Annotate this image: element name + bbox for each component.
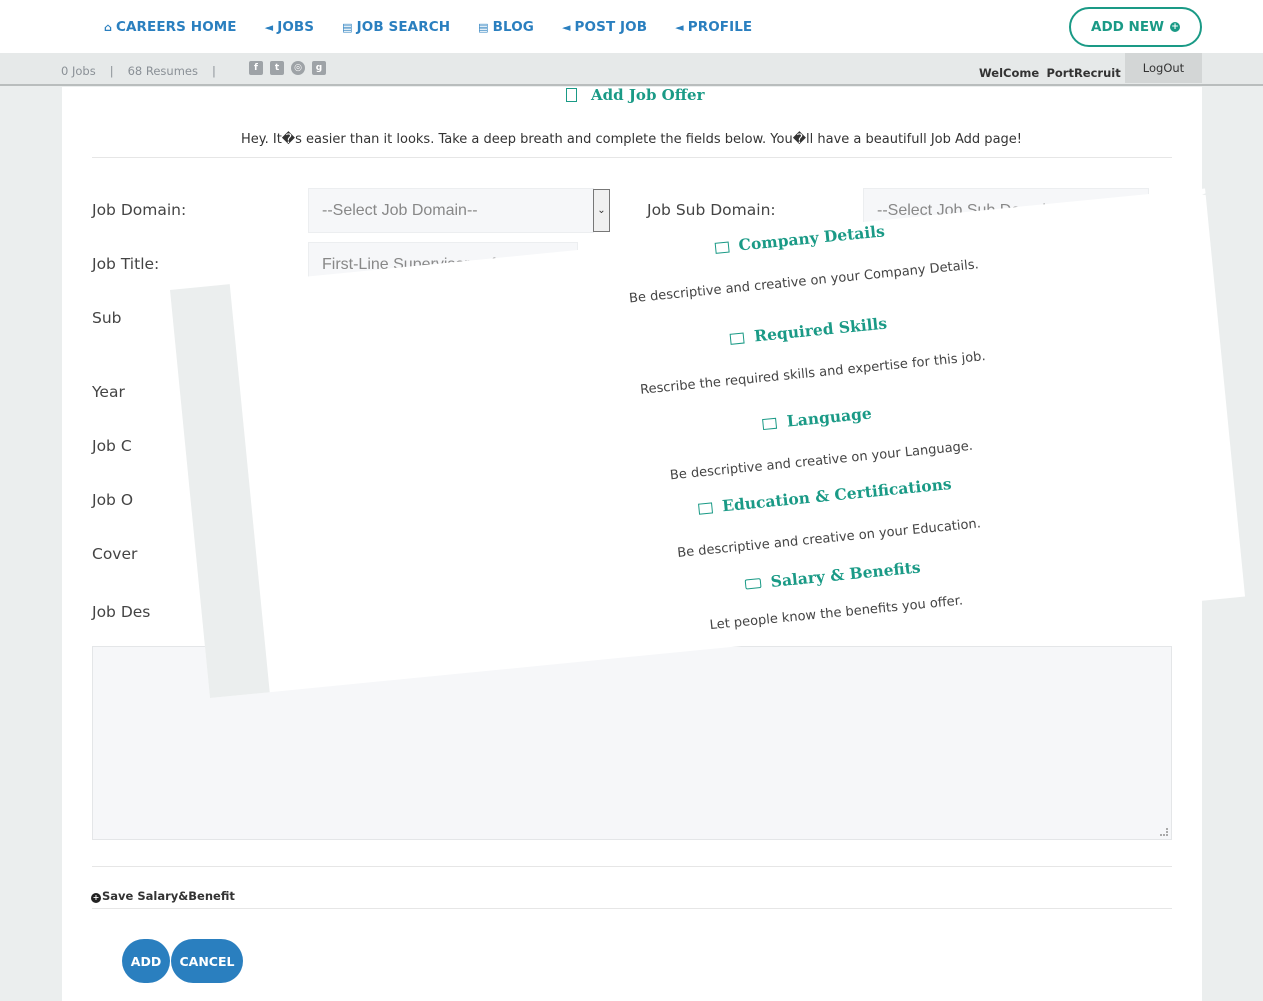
nav-careers-home[interactable]: ⌂ CAREERS HOME xyxy=(104,19,237,35)
nav-label: PROFILE xyxy=(687,19,753,35)
bar-chart-icon xyxy=(762,417,778,431)
separator: | xyxy=(211,64,216,78)
nav-links: ⌂ CAREERS HOME ◄ JOBS ▤ JOB SEARCH ▤ BLOG ◄ P… xyxy=(104,19,780,35)
save-salary-label: Save Salary&Benefit xyxy=(102,889,235,903)
stats: 0 Jobs | 68 Resumes | xyxy=(61,64,216,78)
plus-circle-icon: + xyxy=(91,893,101,903)
nav-label: POST JOB xyxy=(574,19,648,35)
job-description-label: Job Des xyxy=(92,603,151,621)
job-domain-select[interactable]: --Select Job Domain-- xyxy=(308,188,594,233)
form-intro: Hey. It�s easier than it looks. Take a d… xyxy=(241,132,1022,147)
job-domain-label: Job Domain: xyxy=(92,201,187,219)
job-title-label: Job Title: xyxy=(92,255,160,273)
resize-handle-icon[interactable] xyxy=(1160,828,1168,836)
nav-blog[interactable]: ▤ BLOG xyxy=(478,19,534,35)
job-options-label: Job O xyxy=(92,491,134,509)
nav-post-job[interactable]: ◄ POST JOB xyxy=(562,19,647,35)
facebook-icon[interactable]: f xyxy=(249,61,263,75)
nav-job-search[interactable]: ▤ JOB SEARCH xyxy=(342,19,450,35)
nav-label: BLOG xyxy=(492,19,534,35)
divider xyxy=(92,866,1172,867)
job-subdomain-label: Job Sub Domain: xyxy=(647,201,776,219)
document-icon: ▤ xyxy=(478,20,489,34)
social-links: f t ◎ g xyxy=(249,61,326,75)
nav-label: JOBS xyxy=(277,19,315,35)
username: PortRecruit xyxy=(1046,66,1121,80)
jobs-count[interactable]: 0 Jobs xyxy=(61,64,96,78)
form-title-text: Add Job Offer xyxy=(591,86,705,104)
document-icon xyxy=(566,88,577,102)
divider xyxy=(92,157,1172,158)
logout-button[interactable]: LogOut xyxy=(1125,53,1202,83)
chevron-down-icon[interactable]: ⌄ xyxy=(593,189,610,232)
add-new-label: ADD NEW xyxy=(1091,19,1164,35)
nav-label: CAREERS HOME xyxy=(115,19,237,35)
form-title: Add Job Offer xyxy=(566,86,704,104)
bar-chart-icon xyxy=(697,502,713,515)
nav-profile[interactable]: ◄ PROFILE xyxy=(675,19,752,35)
bullhorn-icon: ◄ xyxy=(561,20,571,34)
google-plus-icon[interactable]: g xyxy=(312,61,326,75)
bullhorn-icon: ◄ xyxy=(675,20,684,34)
job-category-label: Job C xyxy=(92,437,132,455)
welcome-label: WelCome xyxy=(979,66,1040,80)
bar-chart-icon xyxy=(714,241,730,254)
money-icon xyxy=(744,578,762,590)
add-button[interactable]: ADD xyxy=(122,939,170,983)
welcome-text: WelCome PortRecruit xyxy=(979,66,1121,80)
separator: | xyxy=(109,64,114,78)
divider xyxy=(92,908,1172,909)
bullhorn-icon: ◄ xyxy=(264,20,274,34)
twitter-icon[interactable]: t xyxy=(270,61,284,75)
years-label: Year xyxy=(92,383,125,401)
top-navigation: ⌂ CAREERS HOME ◄ JOBS ▤ JOB SEARCH ▤ BLOG ◄ P… xyxy=(0,0,1263,53)
overlay-edge xyxy=(1202,165,1263,195)
resumes-count[interactable]: 68 Resumes xyxy=(128,64,198,78)
cancel-button[interactable]: CANCEL xyxy=(171,939,243,983)
subject-label: Sub xyxy=(92,309,122,327)
document-icon: ▤ xyxy=(342,20,353,34)
nav-label: JOB SEARCH xyxy=(356,19,451,35)
cover-label: Cover xyxy=(92,545,138,563)
account-bar: 0 Jobs | 68 Resumes | f t ◎ g WelCome Po… xyxy=(0,53,1263,86)
bar-chart-icon xyxy=(729,332,745,345)
add-new-button[interactable]: ADD NEW + xyxy=(1069,7,1202,47)
nav-jobs[interactable]: ◄ JOBS xyxy=(265,19,314,35)
plus-circle-icon: + xyxy=(1169,22,1180,32)
save-salary-benefit-link[interactable]: + Save Salary&Benefit xyxy=(91,889,235,903)
dribbble-icon[interactable]: ◎ xyxy=(291,61,305,75)
home-icon: ⌂ xyxy=(104,20,112,34)
